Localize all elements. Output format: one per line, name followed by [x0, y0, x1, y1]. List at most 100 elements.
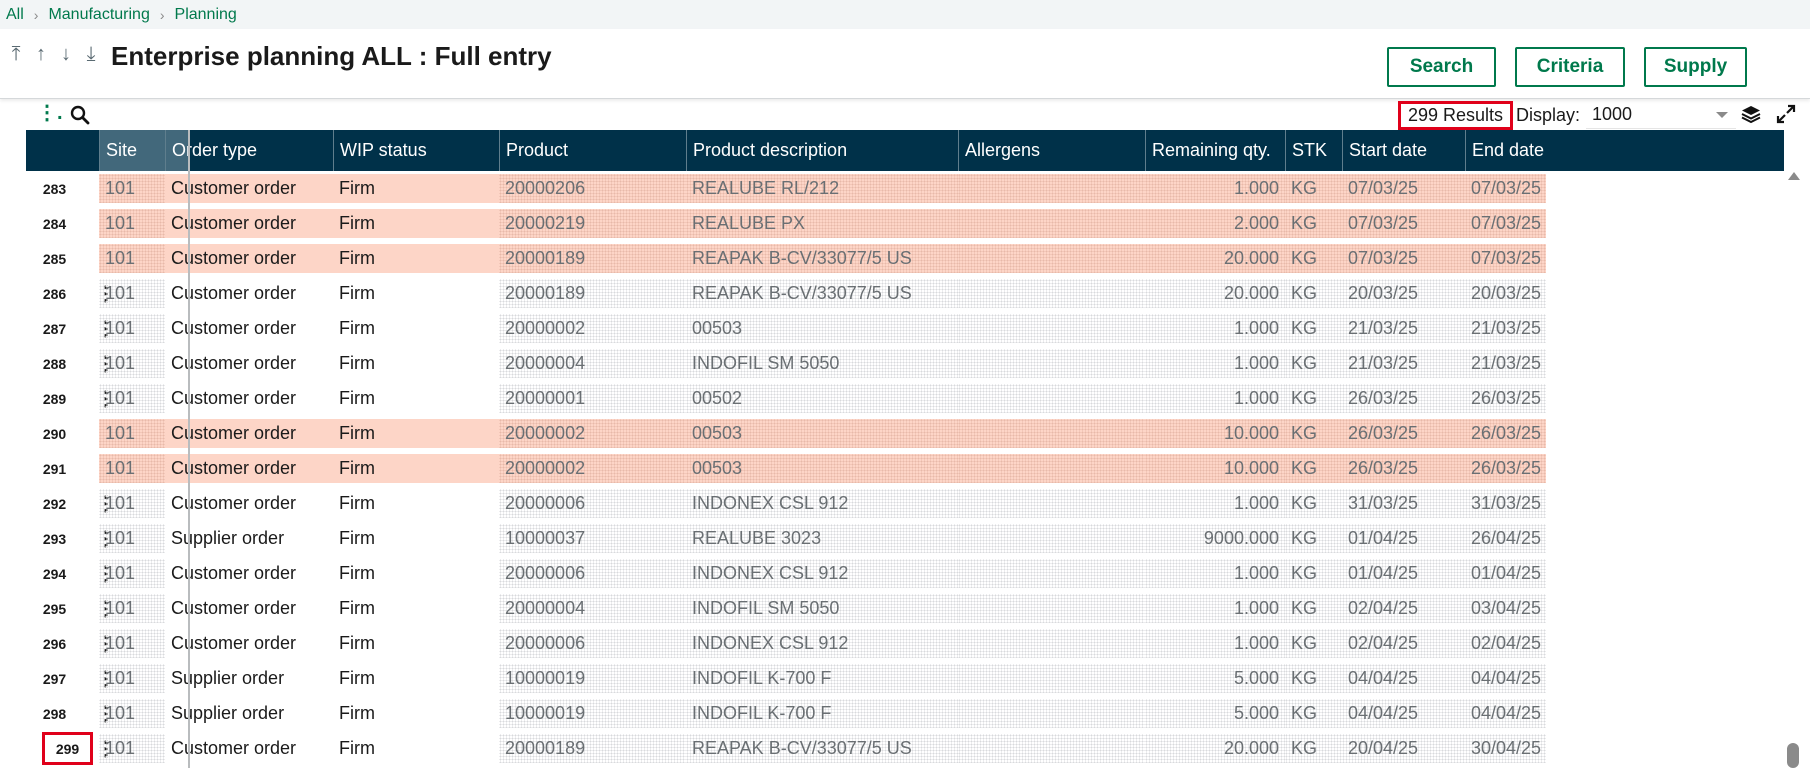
cell-remaining-qty[interactable]: 20.000 [1145, 244, 1285, 273]
cell-product[interactable]: 20000001 [499, 384, 686, 413]
cell-product-description[interactable]: INDOFIL SM 5050 [686, 594, 958, 623]
cell-start-date[interactable]: 07/03/25 [1342, 209, 1465, 238]
cell-allergens[interactable] [958, 244, 1145, 273]
table-row[interactable]: 298⋮101Supplier orderFirm10000019INDOFIL… [26, 696, 1784, 731]
cell-allergens[interactable] [958, 454, 1145, 483]
cell-site[interactable]: 101 [99, 454, 165, 483]
table-row[interactable]: 291⋮101Customer orderFirm200000020050310… [26, 451, 1784, 486]
cell-end-date[interactable]: 26/03/25 [1465, 419, 1546, 448]
cell-start-date[interactable]: 02/04/25 [1342, 629, 1465, 658]
table-row[interactable]: 296⋮101Customer orderFirm20000006INDONEX… [26, 626, 1784, 661]
column-header-product[interactable]: Product [499, 130, 686, 171]
cell-product[interactable]: 20000206 [499, 174, 686, 203]
cell-order-type[interactable]: Customer order [165, 734, 333, 763]
cell-product-description[interactable]: REAPAK B-CV/33077/5 US [686, 279, 958, 308]
cell-start-date[interactable]: 04/04/25 [1342, 664, 1465, 693]
column-header-remaining-qty[interactable]: Remaining qty. [1145, 130, 1285, 171]
table-row[interactable]: 297⋮101Supplier orderFirm10000019INDOFIL… [26, 661, 1784, 696]
cell-stk[interactable]: KG [1285, 174, 1342, 203]
search-icon[interactable] [70, 105, 90, 130]
cell-end-date[interactable]: 03/04/25 [1465, 594, 1546, 623]
cell-stk[interactable]: KG [1285, 279, 1342, 308]
cell-order-type[interactable]: Customer order [165, 174, 333, 203]
cell-product-description[interactable]: INDOFIL SM 5050 [686, 349, 958, 378]
cell-order-type[interactable]: Customer order [165, 454, 333, 483]
cell-site[interactable]: 101 [99, 559, 165, 588]
cell-start-date[interactable]: 26/03/25 [1342, 419, 1465, 448]
cell-product-description[interactable]: INDONEX CSL 912 [686, 489, 958, 518]
cell-order-type[interactable]: Customer order [165, 629, 333, 658]
cell-allergens[interactable] [958, 594, 1145, 623]
search-button[interactable]: Search [1387, 47, 1496, 87]
table-row[interactable]: 295⋮101Customer orderFirm20000004INDOFIL… [26, 591, 1784, 626]
cell-remaining-qty[interactable]: 1.000 [1145, 489, 1285, 518]
cell-product[interactable]: 20000002 [499, 314, 686, 343]
cell-product-description[interactable]: 00503 [686, 419, 958, 448]
table-row[interactable]: 286⋮101Customer orderFirm20000189REAPAK … [26, 276, 1784, 311]
cell-start-date[interactable]: 07/03/25 [1342, 174, 1465, 203]
cell-order-type[interactable]: Customer order [165, 349, 333, 378]
cell-order-type[interactable]: Customer order [165, 209, 333, 238]
cell-wip-status[interactable]: Firm [333, 279, 499, 308]
cell-allergens[interactable] [958, 419, 1145, 448]
cell-start-date[interactable]: 21/03/25 [1342, 314, 1465, 343]
cell-end-date[interactable]: 04/04/25 [1465, 699, 1546, 728]
cell-site[interactable]: 101 [99, 209, 165, 238]
cell-remaining-qty[interactable]: 10.000 [1145, 454, 1285, 483]
cell-wip-status[interactable]: Firm [333, 384, 499, 413]
cell-allergens[interactable] [958, 734, 1145, 763]
column-header-product-description[interactable]: Product description [686, 130, 958, 171]
cell-end-date[interactable]: 01/04/25 [1465, 559, 1546, 588]
cell-product[interactable]: 20000189 [499, 279, 686, 308]
cell-end-date[interactable]: 26/03/25 [1465, 384, 1546, 413]
table-row[interactable]: 284⋮101Customer orderFirm20000219REALUBE… [26, 206, 1784, 241]
cell-product[interactable]: 10000019 [499, 699, 686, 728]
cell-product[interactable]: 20000002 [499, 419, 686, 448]
table-row[interactable]: 292⋮101Customer orderFirm20000006INDONEX… [26, 486, 1784, 521]
cell-wip-status[interactable]: Firm [333, 419, 499, 448]
cell-end-date[interactable]: 07/03/25 [1465, 244, 1546, 273]
cell-site[interactable]: 101 [99, 279, 165, 308]
cell-remaining-qty[interactable]: 1.000 [1145, 349, 1285, 378]
column-header-allergens[interactable]: Allergens [958, 130, 1145, 171]
cell-product[interactable]: 20000006 [499, 559, 686, 588]
cell-product-description[interactable]: REALUBE RL/212 [686, 174, 958, 203]
cell-end-date[interactable]: 04/04/25 [1465, 664, 1546, 693]
cell-product[interactable]: 20000219 [499, 209, 686, 238]
cell-stk[interactable]: KG [1285, 209, 1342, 238]
cell-start-date[interactable]: 20/03/25 [1342, 279, 1465, 308]
cell-allergens[interactable] [958, 559, 1145, 588]
cell-allergens[interactable] [958, 384, 1145, 413]
cell-stk[interactable]: KG [1285, 734, 1342, 763]
cell-site[interactable]: 101 [99, 489, 165, 518]
cell-start-date[interactable]: 01/04/25 [1342, 559, 1465, 588]
cell-site[interactable]: 101 [99, 629, 165, 658]
cell-end-date[interactable]: 31/03/25 [1465, 489, 1546, 518]
cell-product[interactable]: 20000002 [499, 454, 686, 483]
cell-wip-status[interactable]: Firm [333, 489, 499, 518]
cell-site[interactable]: 101 [99, 384, 165, 413]
display-select[interactable]: 1000 [1586, 101, 1736, 129]
last-record-icon[interactable]: ⤓ [83, 43, 99, 66]
cell-remaining-qty[interactable]: 1.000 [1145, 594, 1285, 623]
cell-start-date[interactable]: 31/03/25 [1342, 489, 1465, 518]
table-row[interactable]: 283⋮101Customer orderFirm20000206REALUBE… [26, 171, 1784, 206]
cell-site[interactable]: 101 [99, 174, 165, 203]
cell-remaining-qty[interactable]: 20.000 [1145, 734, 1285, 763]
cell-order-type[interactable]: Customer order [165, 419, 333, 448]
cell-stk[interactable]: KG [1285, 314, 1342, 343]
cell-start-date[interactable]: 02/04/25 [1342, 594, 1465, 623]
cell-wip-status[interactable]: Firm [333, 349, 499, 378]
cell-wip-status[interactable]: Firm [333, 524, 499, 553]
cell-allergens[interactable] [958, 209, 1145, 238]
vertical-scrollbar[interactable] [1787, 743, 1799, 768]
cell-remaining-qty[interactable]: 5.000 [1145, 664, 1285, 693]
cell-stk[interactable]: KG [1285, 559, 1342, 588]
cell-stk[interactable]: KG [1285, 699, 1342, 728]
cell-stk[interactable]: KG [1285, 629, 1342, 658]
cell-end-date[interactable]: 21/03/25 [1465, 314, 1546, 343]
table-row[interactable]: 288⋮101Customer orderFirm20000004INDOFIL… [26, 346, 1784, 381]
cell-product-description[interactable]: INDOFIL K-700 F [686, 664, 958, 693]
cell-site[interactable]: 101 [99, 524, 165, 553]
breadcrumb-manufacturing[interactable]: Manufacturing [48, 6, 149, 24]
